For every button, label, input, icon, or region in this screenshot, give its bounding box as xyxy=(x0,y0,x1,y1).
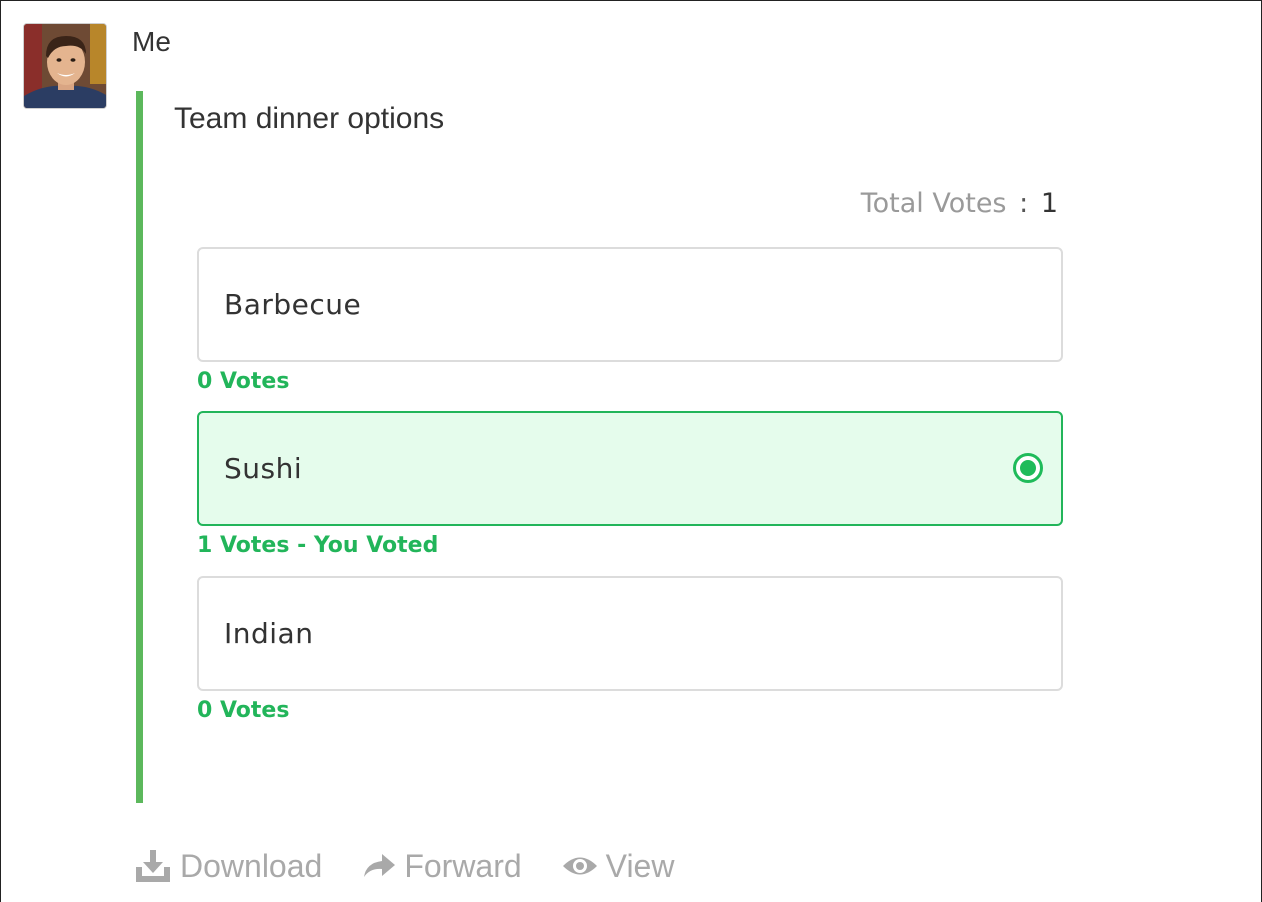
total-votes-separator: : xyxy=(1019,188,1029,219)
poll-option-sushi[interactable]: Sushi xyxy=(197,411,1063,526)
poll-option-vote-count: 0 Votes xyxy=(197,698,290,723)
forward-arrow-icon xyxy=(362,851,396,881)
total-votes: Total Votes : 1 xyxy=(861,187,1058,221)
user-avatar-photo-icon xyxy=(24,24,106,108)
avatar[interactable] xyxy=(23,23,107,109)
view-label: View xyxy=(605,847,675,884)
radio-dot xyxy=(1020,460,1036,476)
total-votes-value: 1 xyxy=(1040,188,1058,219)
poll-title: Team dinner options xyxy=(174,102,445,135)
poll-accent-bar xyxy=(136,91,143,803)
total-votes-label: Total Votes xyxy=(860,188,1007,219)
radio-selected-icon[interactable] xyxy=(1013,453,1043,483)
download-button[interactable]: Download xyxy=(134,848,322,885)
forward-label: Forward xyxy=(404,847,522,884)
poll-option-barbecue[interactable]: Barbecue xyxy=(197,247,1063,362)
eye-icon xyxy=(562,853,598,879)
view-button[interactable]: View xyxy=(562,847,675,885)
poll-option-label: Sushi xyxy=(224,452,303,485)
poll-option-label: Barbecue xyxy=(224,288,362,321)
poll-option-indian[interactable]: Indian xyxy=(197,576,1063,691)
forward-button[interactable]: Forward xyxy=(362,847,522,885)
poll-option-vote-count: 1 Votes - You Voted xyxy=(197,533,439,558)
message-actions: Download Forward View xyxy=(134,841,714,891)
sender-name: Me xyxy=(132,26,171,57)
download-icon xyxy=(134,849,172,883)
message-card: Me Team dinner options Total Votes : 1 B… xyxy=(0,0,1262,902)
poll-option-label: Indian xyxy=(224,617,314,650)
download-label: Download xyxy=(180,847,323,884)
poll-option-vote-count: 0 Votes xyxy=(197,369,290,394)
